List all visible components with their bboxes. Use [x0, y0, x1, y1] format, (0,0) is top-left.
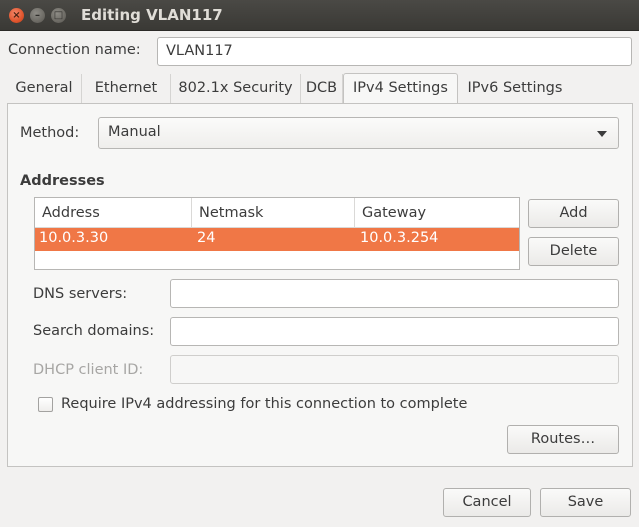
dns-servers-input[interactable]: [170, 279, 619, 308]
connection-name-label: Connection name:: [8, 42, 141, 58]
tab-ipv4-settings[interactable]: IPv4 Settings: [343, 73, 458, 104]
addresses-heading: Addresses: [20, 173, 105, 189]
addresses-table[interactable]: Address Netmask Gateway 10.0.3.30 24 10.…: [34, 197, 520, 270]
tab-ipv6-settings[interactable]: IPv6 Settings: [458, 74, 572, 104]
cell-address[interactable]: 10.0.3.30: [39, 230, 108, 246]
search-domains-input[interactable]: [170, 317, 619, 346]
column-header-gateway[interactable]: Gateway: [355, 198, 519, 228]
method-label: Method:: [20, 125, 80, 141]
table-row[interactable]: 10.0.3.30 24 10.0.3.254: [35, 228, 519, 251]
method-value: Manual: [108, 124, 161, 140]
window-title: Editing VLAN117: [81, 6, 223, 24]
require-ipv4-label[interactable]: Require IPv4 addressing for this connect…: [61, 396, 467, 412]
cell-netmask[interactable]: 24: [197, 230, 215, 246]
delete-button[interactable]: Delete: [528, 237, 619, 266]
close-icon[interactable]: ×: [9, 8, 24, 23]
dns-servers-label: DNS servers:: [33, 286, 128, 302]
add-button[interactable]: Add: [528, 199, 619, 228]
tab-general[interactable]: General: [7, 74, 82, 104]
dhcp-client-id-label: DHCP client ID:: [33, 362, 144, 378]
minimize-icon[interactable]: –: [30, 8, 45, 23]
cell-gateway[interactable]: 10.0.3.254: [360, 230, 438, 246]
require-ipv4-checkbox[interactable]: [38, 397, 53, 412]
tab-dcb[interactable]: DCB: [301, 74, 343, 104]
save-button[interactable]: Save: [540, 488, 631, 517]
tab-8021x-security[interactable]: 802.1x Security: [171, 74, 301, 104]
maximize-icon[interactable]: □: [51, 8, 66, 23]
chevron-down-icon: [597, 131, 607, 137]
title-bar: × – □ Editing VLAN117: [0, 0, 639, 31]
method-dropdown[interactable]: Manual: [98, 117, 619, 149]
dhcp-client-id-input: [170, 355, 619, 384]
table-header: Address Netmask Gateway: [35, 198, 519, 228]
search-domains-label: Search domains:: [33, 323, 155, 339]
column-header-netmask[interactable]: Netmask: [192, 198, 355, 228]
routes-button[interactable]: Routes…: [507, 425, 619, 454]
cancel-button[interactable]: Cancel: [443, 488, 531, 517]
connection-name-input[interactable]: VLAN117: [157, 37, 632, 66]
column-header-address[interactable]: Address: [35, 198, 192, 228]
tab-ethernet[interactable]: Ethernet: [82, 74, 171, 104]
